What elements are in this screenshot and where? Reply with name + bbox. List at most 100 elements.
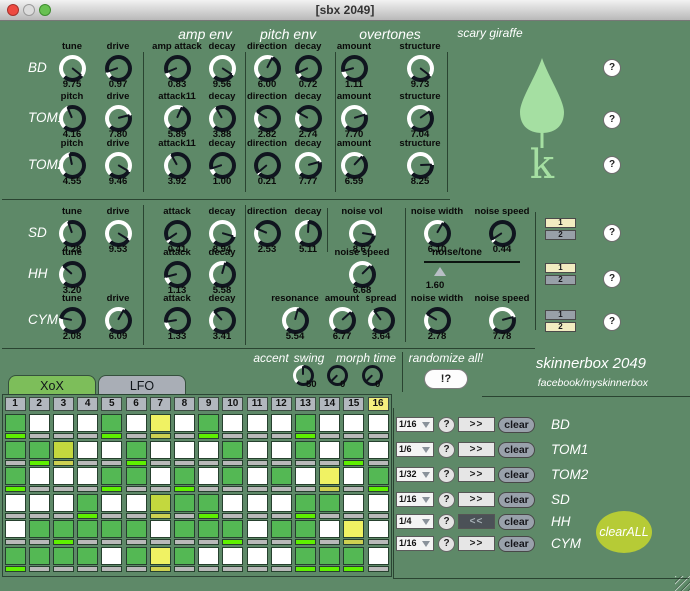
step-cell-SD-5[interactable]	[101, 494, 122, 512]
accent-bar-BD-11[interactable]	[247, 433, 268, 439]
accent-bar-BD-3[interactable]	[53, 433, 74, 439]
knob-hh-tune[interactable]	[59, 261, 86, 288]
accent-bar-SD-6[interactable]	[126, 513, 147, 519]
step-cell-TOM1-11[interactable]	[247, 441, 268, 459]
step-cell-CYM-7[interactable]	[150, 547, 171, 565]
rate-dropdown-sd[interactable]: 1/16	[396, 492, 434, 507]
accent-bar-TOM2-1[interactable]	[5, 486, 26, 492]
help-button[interactable]: ?	[603, 111, 621, 129]
accent-bar-SD-13[interactable]	[295, 513, 316, 519]
step-cell-CYM-11[interactable]	[247, 547, 268, 565]
step-cell-HH-11[interactable]	[247, 520, 268, 538]
step-cell-TOM2-12[interactable]	[271, 467, 292, 485]
rate-dropdown-hh[interactable]: 1/4	[396, 514, 434, 529]
accent-bar-HH-8[interactable]	[174, 539, 195, 545]
accent-bar-TOM1-8[interactable]	[174, 460, 195, 466]
accent-bar-CYM-5[interactable]	[101, 566, 122, 572]
accent-bar-HH-16[interactable]	[368, 539, 389, 545]
accent-bar-TOM1-1[interactable]	[5, 460, 26, 466]
step-number-13[interactable]: 13	[295, 397, 316, 411]
accent-bar-HH-2[interactable]	[29, 539, 50, 545]
knob-bd-tune[interactable]	[59, 55, 86, 82]
accent-bar-TOM2-2[interactable]	[29, 486, 50, 492]
step-cell-BD-8[interactable]	[174, 414, 195, 432]
accent-bar-BD-16[interactable]	[368, 433, 389, 439]
rate-dropdown-bd[interactable]: 1/16	[396, 417, 434, 432]
accent-bar-BD-6[interactable]	[126, 433, 147, 439]
knob-sd-tune[interactable]	[59, 220, 86, 247]
clear-button-sd[interactable]: clear	[498, 492, 535, 508]
step-cell-BD-4[interactable]	[77, 414, 98, 432]
knob-cym-tune[interactable]	[59, 307, 86, 334]
knob-tom1-direction[interactable]	[254, 105, 281, 132]
step-cell-BD-11[interactable]	[247, 414, 268, 432]
direction-button-hh[interactable]: <<	[458, 514, 495, 529]
accent-bar-BD-14[interactable]	[319, 433, 340, 439]
ab-toggle-3-1[interactable]: 1	[545, 310, 576, 320]
tab-lfo[interactable]: LFO	[98, 375, 186, 395]
step-cell-BD-7[interactable]	[150, 414, 171, 432]
step-cell-SD-13[interactable]	[295, 494, 316, 512]
step-cell-CYM-12[interactable]	[271, 547, 292, 565]
accent-bar-BD-10[interactable]	[222, 433, 243, 439]
accent-bar-CYM-16[interactable]	[368, 566, 389, 572]
step-cell-CYM-3[interactable]	[53, 547, 74, 565]
knob-bd-amount[interactable]	[341, 55, 368, 82]
accent-bar-SD-1[interactable]	[5, 513, 26, 519]
step-cell-SD-8[interactable]	[174, 494, 195, 512]
step-cell-CYM-15[interactable]	[343, 547, 364, 565]
clear-button-tom2[interactable]: clear	[498, 467, 535, 483]
step-cell-HH-10[interactable]	[222, 520, 243, 538]
step-cell-SD-12[interactable]	[271, 494, 292, 512]
noise-tone-slider-handle[interactable]	[434, 267, 446, 276]
step-number-8[interactable]: 8	[174, 397, 195, 411]
knob-tom2-pitch[interactable]	[59, 152, 86, 179]
accent-bar-HH-11[interactable]	[247, 539, 268, 545]
step-cell-CYM-9[interactable]	[198, 547, 219, 565]
accent-bar-TOM1-7[interactable]	[150, 460, 171, 466]
accent-bar-HH-7[interactable]	[150, 539, 171, 545]
accent-bar-TOM2-9[interactable]	[198, 486, 219, 492]
tab-xox[interactable]: XoX	[8, 375, 96, 395]
knob-tom2-decay[interactable]	[295, 152, 322, 179]
step-cell-HH-5[interactable]	[101, 520, 122, 538]
row-help-button-tom1[interactable]: ?	[438, 442, 455, 458]
step-cell-SD-16[interactable]	[368, 494, 389, 512]
knob-tom1-attack11[interactable]	[164, 105, 191, 132]
clear-button-bd[interactable]: clear	[498, 417, 535, 433]
knob-tom2-amount[interactable]	[341, 152, 368, 179]
knob-tom1-decay[interactable]	[209, 105, 236, 132]
knob-tom2-attack11[interactable]	[164, 152, 191, 179]
knob-hh-noise-speed[interactable]	[349, 261, 376, 288]
step-cell-TOM2-7[interactable]	[150, 467, 171, 485]
knob-bd-amp-attack[interactable]	[164, 55, 191, 82]
accent-bar-HH-10[interactable]	[222, 539, 243, 545]
rate-dropdown-tom2[interactable]: 1/32	[396, 467, 434, 482]
knob-cym-spread[interactable]	[368, 307, 395, 334]
clear-button-hh[interactable]: clear	[498, 514, 535, 530]
step-cell-HH-1[interactable]	[5, 520, 26, 538]
accent-bar-CYM-14[interactable]	[319, 566, 340, 572]
accent-bar-TOM1-2[interactable]	[29, 460, 50, 466]
step-number-6[interactable]: 6	[126, 397, 147, 411]
knob-tom1-decay[interactable]	[295, 105, 322, 132]
knob-cym-noise-width[interactable]	[424, 307, 451, 334]
accent-bar-SD-15[interactable]	[343, 513, 364, 519]
step-cell-BD-1[interactable]	[5, 414, 26, 432]
accent-bar-CYM-12[interactable]	[271, 566, 292, 572]
knob-bd-drive[interactable]	[105, 55, 132, 82]
direction-button-cym[interactable]: >>	[458, 536, 495, 551]
accent-bar-TOM1-5[interactable]	[101, 460, 122, 466]
step-cell-SD-10[interactable]	[222, 494, 243, 512]
accent-bar-CYM-4[interactable]	[77, 566, 98, 572]
step-cell-SD-15[interactable]	[343, 494, 364, 512]
step-cell-TOM1-16[interactable]	[368, 441, 389, 459]
step-number-4[interactable]: 4	[77, 397, 98, 411]
accent-bar-TOM2-10[interactable]	[222, 486, 243, 492]
step-number-7[interactable]: 7	[150, 397, 171, 411]
knob-tom2-structure[interactable]	[407, 152, 434, 179]
step-cell-TOM2-4[interactable]	[77, 467, 98, 485]
direction-button-sd[interactable]: >>	[458, 492, 495, 507]
randomize-button[interactable]: !?	[424, 369, 468, 389]
step-number-10[interactable]: 10	[222, 397, 243, 411]
